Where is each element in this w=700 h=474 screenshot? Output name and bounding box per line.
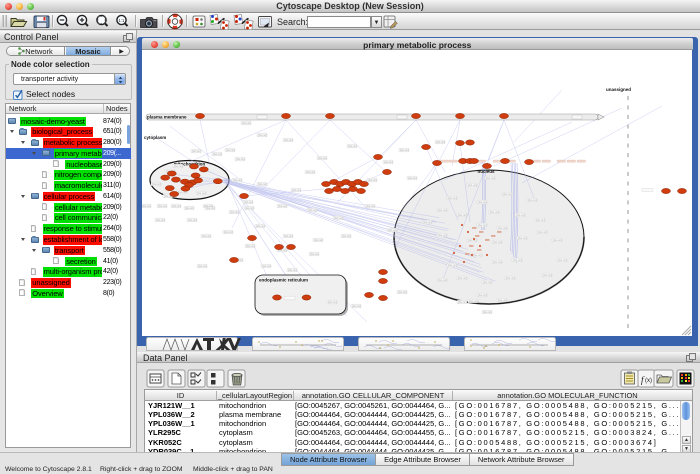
svg-text:[Gn-nn]: [Gn-nn]	[400, 148, 409, 152]
svg-text:[Gn-nn]: [Gn-nn]	[156, 218, 165, 222]
svg-text:[Gn-nn]: [Gn-nn]	[328, 300, 337, 304]
svg-text:[Gn-nn]: [Gn-nn]	[506, 276, 515, 280]
svg-text:[Gn-nn]: [Gn-nn]	[318, 156, 327, 160]
svg-text:endoplasmic reticulum: endoplasmic reticulum	[259, 278, 308, 283]
svg-text:[Gn-nn]: [Gn-nn]	[258, 182, 267, 186]
svg-text:[Gn-nn]: [Gn-nn]	[490, 210, 499, 214]
svg-text:[Gn-nn]: [Gn-nn]	[486, 176, 495, 180]
svg-text:[Gn-nn]: [Gn-nn]	[493, 260, 502, 264]
svg-text:[Gn-nn]: [Gn-nn]	[536, 218, 545, 222]
svg-text:[Gn-nn]: [Gn-nn]	[458, 300, 467, 304]
svg-text:[Gn-nn]: [Gn-nn]	[152, 182, 161, 186]
svg-text:unassigned: unassigned	[606, 87, 631, 92]
svg-text:[Gn-nn]: [Gn-nn]	[473, 253, 482, 257]
svg-text:[Gn-nn]: [Gn-nn]	[516, 213, 525, 217]
svg-text:[Gn-nn]: [Gn-nn]	[185, 206, 194, 210]
svg-text:nucleus: nucleus	[477, 169, 495, 174]
svg-text:[Gn-nn]: [Gn-nn]	[498, 298, 507, 302]
svg-text:[Gn-nn]: [Gn-nn]	[458, 276, 467, 280]
svg-text:[Gn-nn]: [Gn-nn]	[398, 290, 407, 294]
svg-text:[Gn-nn]: [Gn-nn]	[384, 160, 393, 164]
svg-text:[Gn-nn]: [Gn-nn]	[197, 191, 206, 195]
svg-text:[Gn-nn]: [Gn-nn]	[172, 204, 181, 208]
svg-text:[Gn-nn]: [Gn-nn]	[142, 204, 151, 208]
svg-text:[Gn-nn]: [Gn-nn]	[288, 268, 297, 272]
svg-text:[Gn-nn]: [Gn-nn]	[438, 208, 447, 212]
svg-text:[Gn-nn]: [Gn-nn]	[436, 140, 445, 144]
svg-text:[Gn-nn]: [Gn-nn]	[543, 273, 552, 277]
svg-text:[Gn-nn]: [Gn-nn]	[202, 234, 211, 238]
svg-text:[Gn-nn]: [Gn-nn]	[278, 204, 287, 208]
svg-text:[Gn-nn]: [Gn-nn]	[366, 204, 375, 208]
svg-text:[Gn-nn]: [Gn-nn]	[478, 293, 487, 297]
svg-text:[Gn-nn]: [Gn-nn]	[438, 278, 447, 282]
svg-text:[Gn-nn]: [Gn-nn]	[213, 152, 222, 156]
svg-text:[Gn-nn]: [Gn-nn]	[245, 206, 254, 210]
svg-text:[Gn-nn]: [Gn-nn]	[558, 258, 567, 262]
svg-text:[Gn-nn]: [Gn-nn]	[306, 170, 315, 174]
svg-text:[Gn-nn]: [Gn-nn]	[483, 280, 492, 284]
svg-text:[Gn-nn]: [Gn-nn]	[538, 230, 547, 234]
svg-text:[Gn-nn]: [Gn-nn]	[468, 238, 477, 242]
svg-text:[Gn-nn]: [Gn-nn]	[292, 188, 301, 192]
svg-text:[Gn-nn]: [Gn-nn]	[342, 234, 351, 238]
svg-text:[Gn-nn]: [Gn-nn]	[513, 258, 522, 262]
svg-text:[Gn-nn]: [Gn-nn]	[553, 238, 562, 242]
svg-text:[Gn-nn]: [Gn-nn]	[493, 240, 502, 244]
svg-text:cytoplasm: cytoplasm	[144, 135, 166, 140]
svg-text:[Gn-nn]: [Gn-nn]	[503, 192, 512, 196]
svg-text:[Gn-nn]: [Gn-nn]	[483, 310, 492, 314]
svg-text:[Gn-nn]: [Gn-nn]	[348, 144, 357, 148]
svg-text:[Gn-nn]: [Gn-nn]	[226, 148, 235, 152]
svg-text:[Gn-nn]: [Gn-nn]	[224, 230, 233, 234]
svg-text:[Gn-nn]: [Gn-nn]	[528, 198, 537, 202]
svg-text:plasma membrane: plasma membrane	[147, 115, 187, 120]
svg-text:[Gn-nn]: [Gn-nn]	[256, 224, 265, 228]
svg-text:[Gn-nn]: [Gn-nn]	[206, 206, 215, 210]
svg-text:(x): (x)	[645, 378, 652, 384]
svg-text:[Gn-nn]: [Gn-nn]	[478, 200, 487, 204]
svg-text:[Gn-nn]: [Gn-nn]	[438, 233, 447, 237]
svg-text:[Gn-nn]: [Gn-nn]	[174, 164, 183, 168]
svg-text:[Gn-nn]: [Gn-nn]	[458, 213, 467, 217]
svg-text:[Gn-nn]: [Gn-nn]	[236, 157, 245, 161]
svg-text:[Gn-nn]: [Gn-nn]	[448, 263, 457, 267]
svg-text:[Gn-nn]: [Gn-nn]	[448, 196, 457, 200]
svg-text:[Gn-nn]: [Gn-nn]	[314, 238, 323, 242]
svg-text:[Gn-nn]: [Gn-nn]	[230, 210, 239, 214]
svg-text:[Gn-nn]: [Gn-nn]	[198, 264, 207, 268]
svg-text:[Gn-nn]: [Gn-nn]	[388, 228, 397, 232]
svg-text:[Gn-nn]: [Gn-nn]	[310, 252, 319, 256]
svg-text:[Gn-nn]: [Gn-nn]	[192, 149, 201, 153]
svg-text:[Gn-nn]: [Gn-nn]	[478, 223, 487, 227]
svg-text:[Gn-nn]: [Gn-nn]	[469, 299, 478, 303]
svg-text:[Gn-nn]: [Gn-nn]	[518, 236, 527, 240]
svg-text:[Gn-nn]: [Gn-nn]	[246, 244, 255, 248]
svg-text:1:1: 1:1	[119, 18, 125, 23]
svg-text:[Gn-nn]: [Gn-nn]	[408, 176, 417, 180]
svg-text:[Gn-nn]: [Gn-nn]	[244, 200, 253, 204]
svg-text:[Gn-nn]: [Gn-nn]	[233, 178, 242, 182]
svg-text:[Gn-nn]: [Gn-nn]	[258, 133, 267, 137]
svg-text:[Gn-nn]: [Gn-nn]	[188, 218, 197, 222]
svg-text:[Gn-nn]: [Gn-nn]	[352, 304, 361, 308]
svg-text:[Gn-nn]: [Gn-nn]	[284, 234, 293, 238]
svg-text:[Gn-nn]: [Gn-nn]	[158, 204, 167, 208]
svg-text:[Gn-nn]: [Gn-nn]	[368, 178, 377, 182]
svg-text:[Gn-nn]: [Gn-nn]	[262, 264, 271, 268]
svg-text:[Gn-nn]: [Gn-nn]	[334, 216, 343, 220]
svg-text:[Gn-nn]: [Gn-nn]	[498, 226, 507, 230]
svg-text:[Gn-nn]: [Gn-nn]	[308, 208, 317, 212]
svg-text:[Gn-nn]: [Gn-nn]	[242, 121, 251, 125]
svg-text:[Gn-nn]: [Gn-nn]	[284, 138, 293, 142]
svg-text:[Gn-nn]: [Gn-nn]	[468, 183, 477, 187]
svg-text:[Gn-nn]: [Gn-nn]	[423, 220, 432, 224]
